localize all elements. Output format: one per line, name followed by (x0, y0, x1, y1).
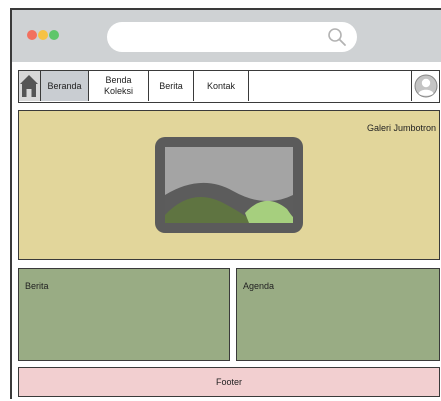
nav-tab-label: Beranda (47, 80, 82, 91)
browser-titlebar (12, 10, 441, 62)
nav-tab-beranda[interactable]: Beranda (41, 71, 89, 101)
nav-tab-benda-koleksi[interactable]: Benda Koleksi (89, 71, 149, 101)
nav-tab-label: Berita (159, 80, 183, 91)
image-placeholder-icon (155, 137, 303, 233)
browser-window: Beranda Benda Koleksi Berita Kontak Gale… (10, 8, 441, 399)
minimize-window-dot[interactable] (38, 30, 48, 40)
news-panel-label: Berita (25, 281, 49, 291)
agenda-panel: Agenda (236, 268, 440, 361)
nav-tab-label: Kontak (206, 80, 236, 91)
home-icon (20, 75, 38, 97)
maximize-window-dot[interactable] (49, 30, 59, 40)
page-footer: Footer (18, 367, 440, 397)
jumbotron-gallery: Galeri Jumbotron (18, 110, 440, 260)
news-panel: Berita (18, 268, 230, 361)
footer-label: Footer (215, 377, 242, 387)
nav-tab-berita[interactable]: Berita (149, 71, 194, 101)
home-button[interactable] (19, 71, 41, 101)
user-avatar-button[interactable] (411, 71, 439, 101)
close-window-dot[interactable] (27, 30, 37, 40)
nav-tab-kontak[interactable]: Kontak (194, 71, 249, 101)
nav-tab-label: Benda Koleksi (103, 75, 133, 96)
address-search-bar[interactable] (107, 22, 357, 52)
user-avatar-icon (414, 74, 438, 98)
jumbotron-label: Galeri Jumbotron (366, 123, 436, 133)
main-navbar: Beranda Benda Koleksi Berita Kontak (18, 70, 440, 103)
search-icon[interactable] (327, 27, 347, 47)
agenda-panel-label: Agenda (243, 281, 275, 291)
